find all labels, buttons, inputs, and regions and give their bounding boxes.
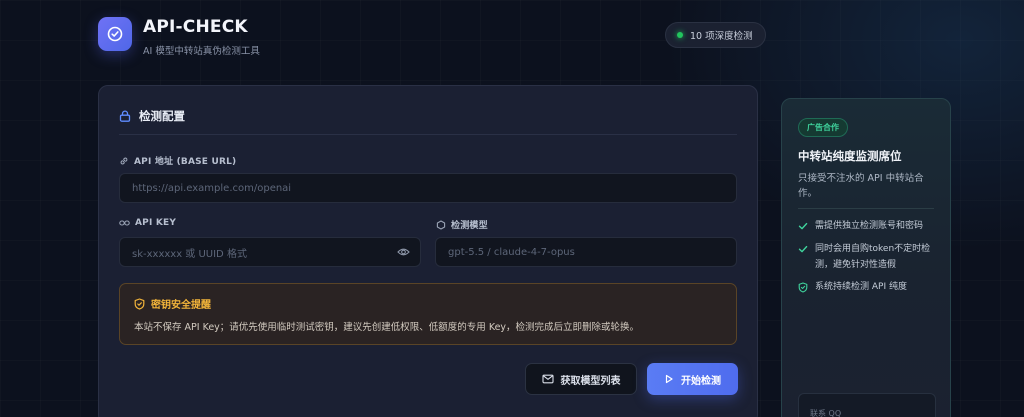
ad-title: 中转站纯度监测席位 <box>798 149 902 163</box>
ad-tag: 广告合作 <box>798 118 848 137</box>
ad-card: 广告合作 中转站纯度监测席位 只接受不注水的 API 中转站合作。 需提供独立检… <box>781 98 951 417</box>
ad-feature-text: 系统持续检测 API 纯度 <box>815 282 907 292</box>
config-card: 检测配置 API 地址 (BASE URL) https://api.examp… <box>98 85 758 417</box>
config-card-title: 检测配置 <box>139 109 185 123</box>
check-circle-icon <box>107 26 123 42</box>
model-placeholder: gpt-5.5 / claude-4-7-opus <box>448 246 575 258</box>
security-warning: 密钥安全提醒 本站不保存 API Key；请优先使用临时测试密钥，建议先创建低权… <box>119 283 737 345</box>
mail-icon <box>541 374 554 384</box>
check-icon <box>798 245 808 253</box>
start-check-button[interactable]: 开始检测 <box>647 363 738 395</box>
contact-qq-field[interactable]: 联系 QQ <box>798 393 936 417</box>
base-url-placeholder: https://api.example.com/openai <box>132 182 292 194</box>
model-input[interactable]: gpt-5.5 / claude-4-7-opus <box>435 237 737 267</box>
config-card-header: 检测配置 <box>119 108 185 124</box>
ad-feature-text: 同时会用自购token不定时检测，避免针对性造假 <box>815 244 931 270</box>
app-logo <box>98 17 132 51</box>
app-subtitle: AI 模型中转站真伪检测工具 <box>143 46 260 57</box>
link-icon <box>120 157 128 164</box>
key-link-icon <box>119 220 130 226</box>
play-icon <box>665 374 673 384</box>
divider <box>119 134 737 135</box>
warning-title: 密钥安全提醒 <box>151 300 211 311</box>
status-dot-icon <box>677 32 683 38</box>
ad-description: 只接受不注水的 API 中转站合作。 <box>798 173 924 199</box>
model-label-row: 检测模型 <box>436 218 488 231</box>
ad-feature-item: 同时会用自购token不定时检测，避免针对性造假 <box>798 241 943 273</box>
cube-icon <box>436 219 446 230</box>
model-label: 检测模型 <box>451 221 488 231</box>
api-key-label-row: API KEY <box>119 218 176 228</box>
check-count-label: 10 项深度检测 <box>690 31 753 42</box>
warning-text: 本站不保存 API Key；请优先使用临时测试密钥，建议先创建低权限、低额度的专… <box>134 322 640 333</box>
base-url-input[interactable]: https://api.example.com/openai <box>119 173 737 203</box>
api-key-label: API KEY <box>135 218 177 228</box>
warning-title-row: 密钥安全提醒 <box>134 296 211 311</box>
fetch-models-button[interactable]: 获取模型列表 <box>525 363 637 395</box>
fetch-models-label: 获取模型列表 <box>560 375 621 387</box>
check-icon <box>798 222 808 230</box>
lock-icon <box>119 110 131 122</box>
base-url-label-row: API 地址 (BASE URL) <box>119 154 236 167</box>
ad-feature-text: 需提供独立检测账号和密码 <box>815 221 924 231</box>
base-url-label: API 地址 (BASE URL) <box>134 157 237 167</box>
shield-check-icon <box>798 282 808 293</box>
divider <box>798 208 934 209</box>
ad-feature-item: 需提供独立检测账号和密码 <box>798 218 943 234</box>
check-count-badge: 10 项深度检测 <box>665 22 766 48</box>
api-key-input[interactable]: sk-xxxxxx 或 UUID 格式 <box>119 237 421 267</box>
ad-feature-item: 系统持续检测 API 纯度 <box>798 279 943 295</box>
contact-qq-label: 联系 QQ <box>810 409 842 417</box>
start-check-label: 开始检测 <box>681 375 721 387</box>
shield-icon <box>134 297 145 310</box>
api-key-placeholder: sk-xxxxxx 或 UUID 格式 <box>132 248 247 260</box>
eye-icon[interactable] <box>397 246 410 258</box>
app-title: API-CHECK <box>143 17 248 37</box>
